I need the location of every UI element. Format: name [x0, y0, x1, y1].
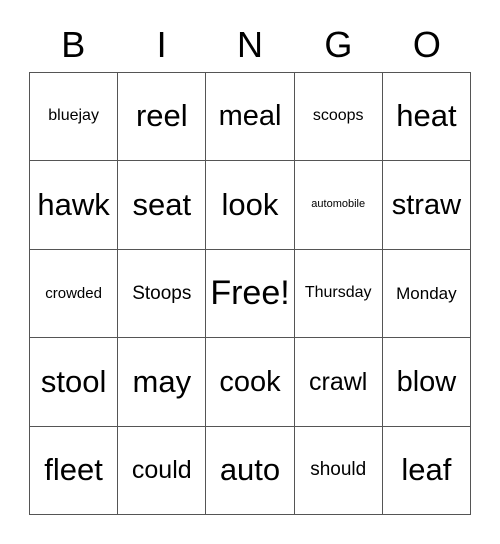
bingo-cell[interactable]: should [294, 426, 383, 515]
bingo-cell[interactable]: bluejay [30, 73, 119, 162]
bingo-cell[interactable]: seat [118, 161, 207, 250]
bingo-cell[interactable]: heat [382, 73, 471, 162]
bingo-cell-label: fleet [44, 452, 103, 488]
bingo-header-letter-i: I [156, 24, 167, 65]
bingo-cell-label: meal [218, 100, 282, 133]
bingo-cell-label: automobile [311, 198, 366, 211]
bingo-cell[interactable]: stool [30, 338, 119, 427]
bingo-cell[interactable]: leaf [382, 426, 471, 515]
bingo-cell[interactable]: auto [206, 426, 295, 515]
bingo-cell[interactable]: crowded [30, 249, 119, 339]
bingo-cell[interactable]: fleet [30, 426, 119, 515]
bingo-cell[interactable]: may [118, 338, 207, 427]
bingo-cell[interactable]: scoops [294, 73, 383, 162]
bingo-cell-label: crowded [45, 284, 102, 302]
bingo-cell[interactable]: hawk [30, 161, 119, 250]
bingo-cell-label: stool [40, 363, 107, 399]
bingo-cell-label: straw [391, 188, 462, 221]
bingo-cell-label: blow [396, 365, 457, 398]
bingo-cell[interactable]: Thursday [294, 249, 383, 339]
bingo-cell-label: look [221, 186, 279, 222]
bingo-cell-label: hawk [37, 186, 110, 222]
bingo-cell-label: seat [132, 186, 192, 222]
bingo-cell[interactable]: could [118, 426, 207, 515]
bingo-cell-label: should [310, 459, 367, 481]
bingo-cell-label: cook [219, 365, 281, 398]
bingo-cell[interactable]: Stoops [118, 249, 207, 339]
bingo-cell[interactable]: blow [382, 338, 471, 427]
bingo-cell[interactable]: reel [118, 73, 207, 162]
bingo-cell-label: bluejay [48, 107, 99, 125]
bingo-cell-label: auto [219, 452, 281, 488]
bingo-cell[interactable]: meal [206, 73, 295, 162]
bingo-cell-label: Thursday [304, 284, 372, 302]
bingo-cell-label: could [131, 456, 192, 485]
bingo-cell-label: Stoops [132, 282, 192, 304]
bingo-cell-label: may [132, 363, 192, 399]
bingo-cell-label: Monday [396, 283, 457, 303]
bingo-cell-label: crawl [309, 367, 368, 396]
bingo-cell-free-space[interactable]: Free! [206, 249, 295, 339]
bingo-grid: bluejay reel meal scoops heat hawk seat … [29, 72, 471, 515]
bingo-cell[interactable]: cook [206, 338, 295, 427]
bingo-cell-label: scoops [312, 107, 364, 125]
bingo-cell-label: reel [135, 98, 188, 134]
bingo-cell[interactable]: crawl [294, 338, 383, 427]
bingo-free-space-label: Free! [210, 273, 290, 312]
bingo-header-letter-o: O [412, 24, 441, 65]
bingo-cell[interactable]: straw [382, 161, 471, 250]
bingo-header-row: B I N G O [29, 18, 471, 72]
bingo-cell[interactable]: look [206, 161, 295, 250]
bingo-header-letter-n: N [237, 24, 264, 65]
bingo-cell[interactable]: Monday [382, 249, 471, 339]
bingo-header-letter-g: G [324, 24, 353, 65]
bingo-cell[interactable]: automobile [294, 161, 383, 250]
bingo-cell-label: heat [396, 98, 457, 134]
bingo-cell-label: leaf [401, 452, 452, 488]
bingo-card: B I N G O bluejay reel meal scoops heat … [0, 0, 500, 544]
bingo-header-letter-b: B [61, 24, 86, 65]
